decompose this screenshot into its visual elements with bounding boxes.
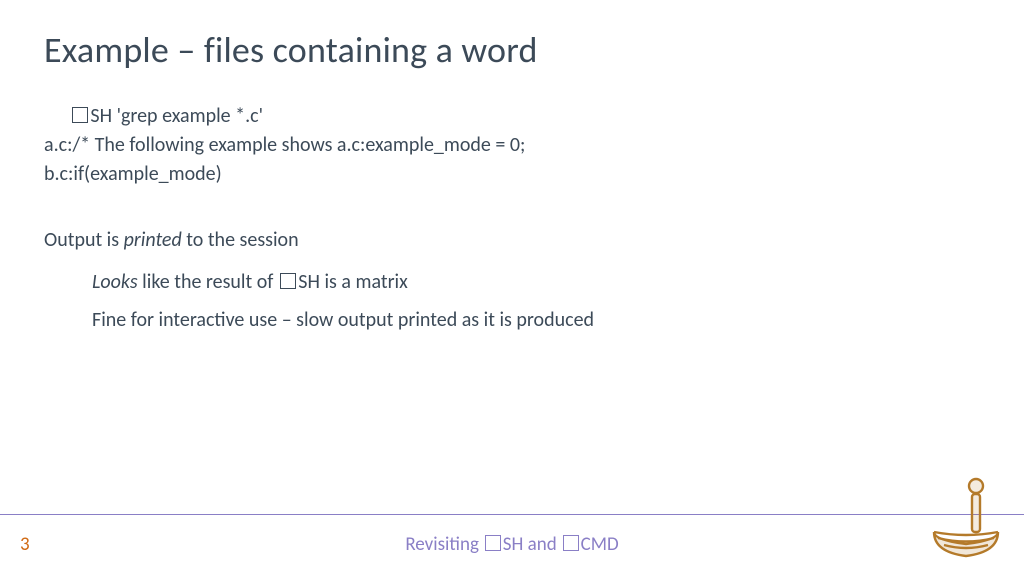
footer-title: Revisiting SH and CMD — [0, 533, 1024, 556]
body-line-1: Output is printed to the session — [44, 223, 980, 257]
text: CMD — [581, 533, 619, 556]
code-command: SH 'grep example *.c' — [70, 102, 980, 131]
slide-title: Example – files containing a word — [44, 28, 980, 72]
code-output-line-2: b.c:if(example_mode) — [44, 160, 980, 189]
code-command-text: SH 'grep example *.c' — [90, 104, 263, 128]
quad-icon — [72, 107, 88, 123]
body-text: Output is printed to the session Looks l… — [44, 223, 980, 337]
quad-icon — [280, 273, 296, 289]
text-italic: printed — [124, 228, 182, 252]
text: SH is a matrix — [298, 270, 408, 294]
code-block: SH 'grep example *.c' a.c:/* The followi… — [44, 102, 980, 189]
footer-divider — [0, 514, 1024, 515]
body-line-2: Looks like the result of SH is a matrix — [92, 265, 980, 299]
text: like the result of — [138, 270, 278, 294]
hammer-logo-icon — [928, 474, 1002, 562]
quad-icon — [563, 535, 579, 551]
slide: Example – files containing a word SH 'gr… — [0, 0, 1024, 576]
body-line-3: Fine for interactive use – slow output p… — [92, 303, 980, 337]
code-output-line-1: a.c:/* The following example shows a.c:e… — [44, 131, 980, 160]
text: Revisiting — [405, 533, 483, 556]
text: SH and — [503, 533, 561, 556]
slide-content: Example – files containing a word SH 'gr… — [0, 0, 1024, 576]
text: Output is — [44, 228, 124, 252]
slide-footer: 3 Revisiting SH and CMD — [0, 518, 1024, 562]
text: to the session — [182, 228, 299, 252]
text-italic: Looks — [92, 270, 138, 294]
quad-icon — [485, 535, 501, 551]
